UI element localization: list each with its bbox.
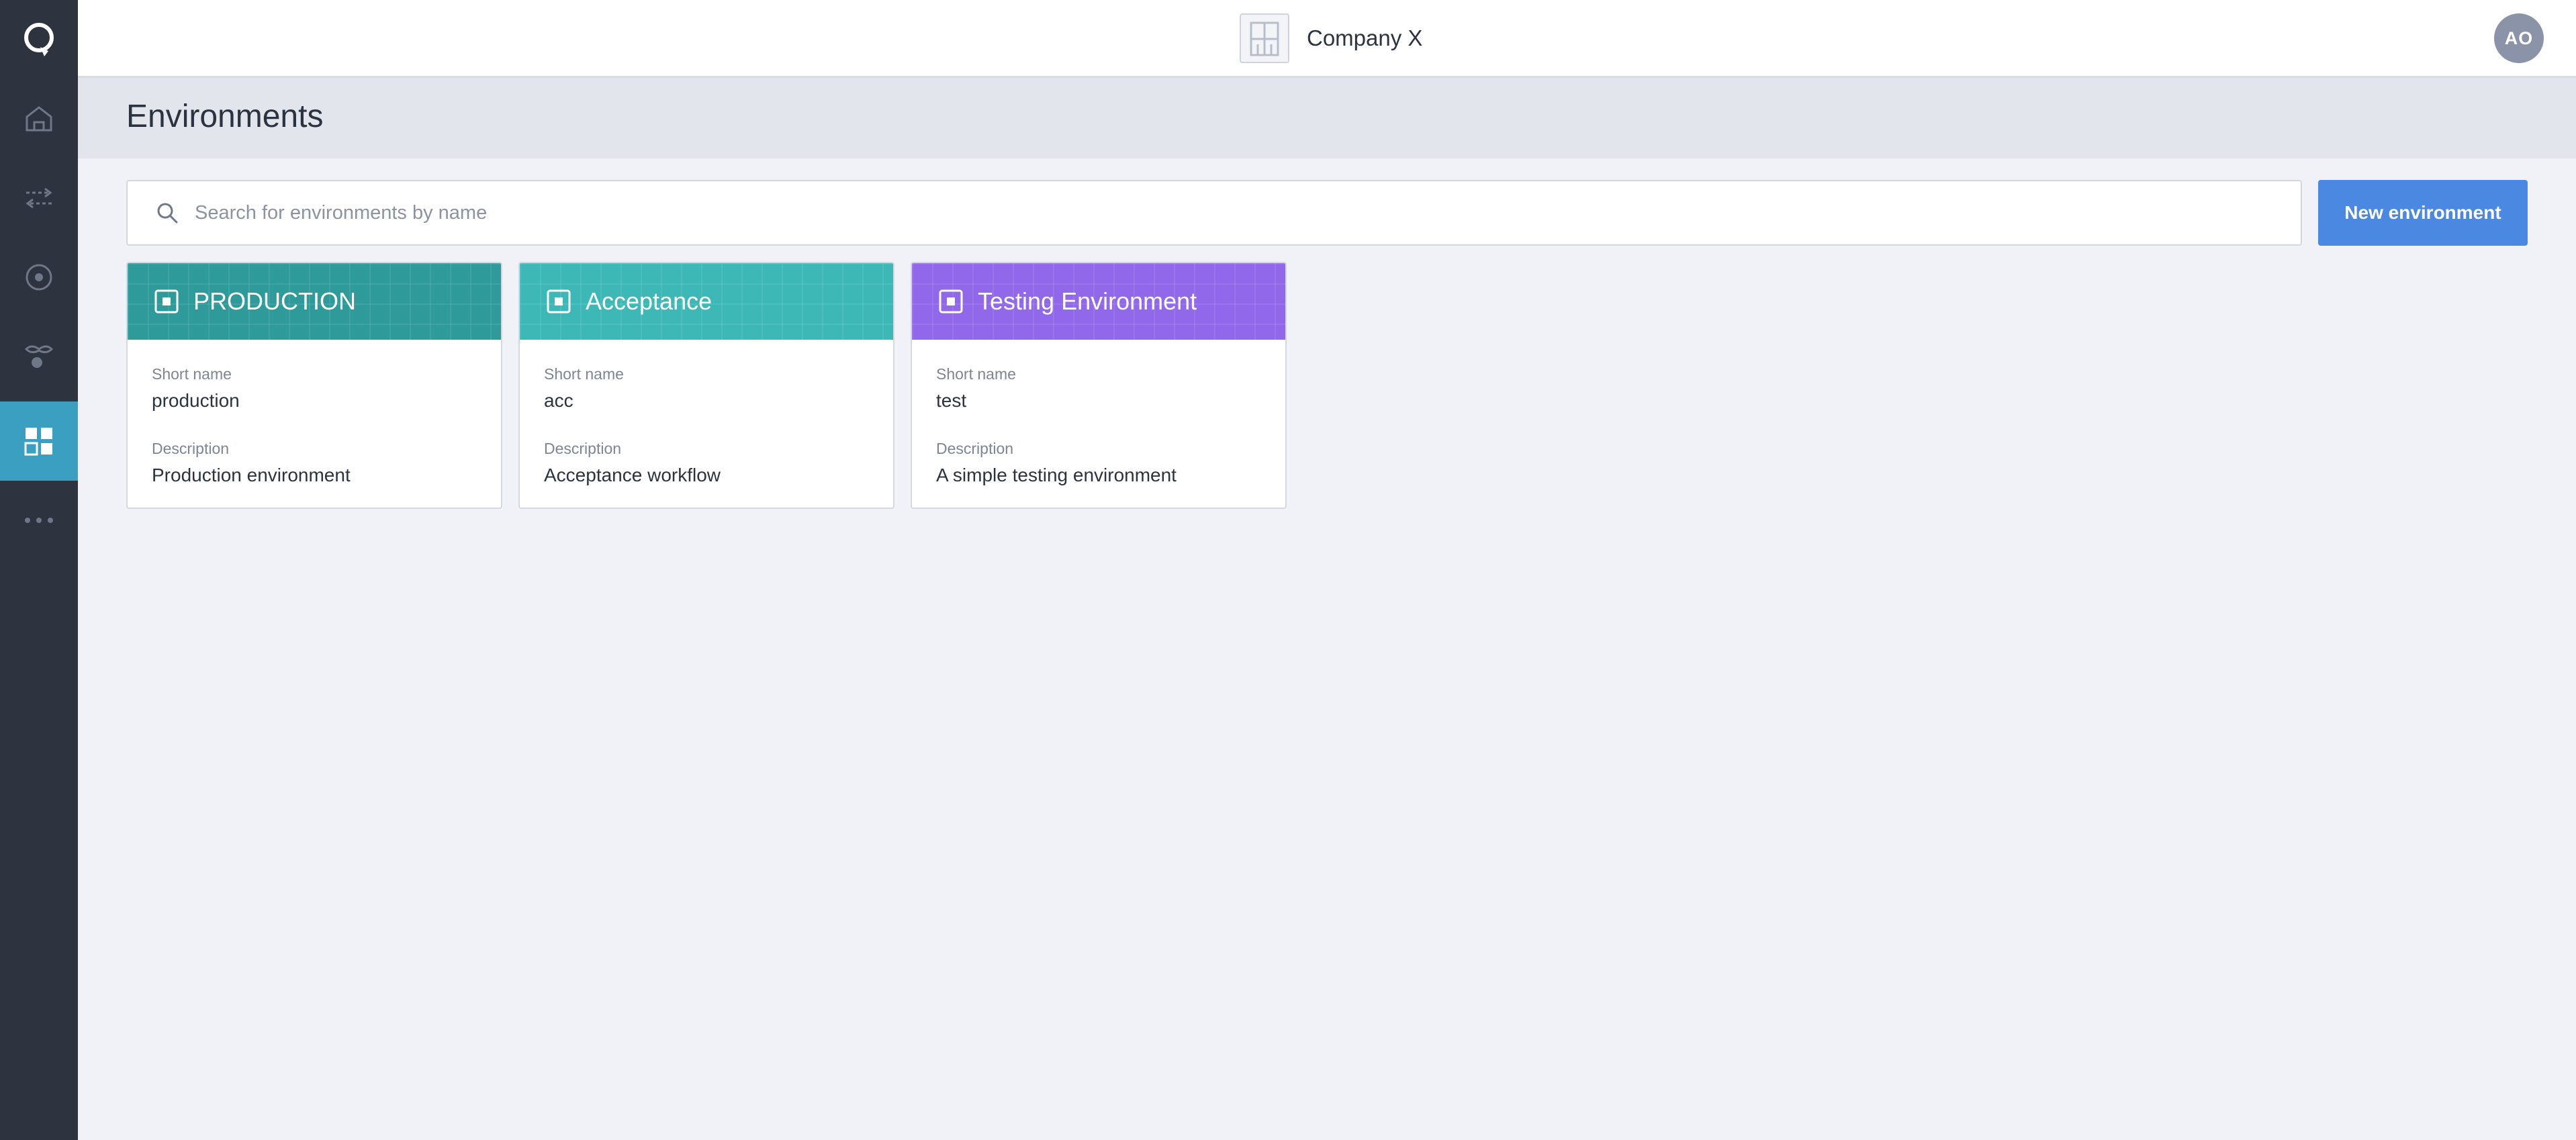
sidebar-item-home[interactable]: [0, 79, 78, 158]
search-icon: [157, 203, 178, 224]
description-value: Production environment: [152, 465, 351, 485]
building-icon: [1250, 21, 1279, 56]
environment-icon: [939, 289, 963, 314]
top-bar: Company X AO: [78, 0, 2576, 78]
sidebar-item-more[interactable]: [0, 481, 78, 560]
short-name-label: Short name: [152, 365, 232, 383]
card-header: Testing Environment: [912, 263, 1285, 340]
target-icon: [26, 264, 52, 291]
environment-icon: [154, 289, 179, 314]
card-header: Acceptance: [520, 263, 893, 340]
page-header: Environments: [78, 78, 2576, 158]
description-label: Description: [152, 440, 230, 457]
description-value: A simple testing environment: [936, 465, 1177, 485]
short-name-value: test: [936, 390, 967, 411]
environment-card[interactable]: Testing Environment Short name test Desc…: [911, 262, 1287, 509]
environment-card[interactable]: Acceptance Short name acc Description Ac…: [518, 262, 894, 509]
sidebar-item-environments[interactable]: [0, 401, 78, 481]
search-input[interactable]: [195, 201, 2209, 224]
environment-card[interactable]: PRODUCTION Short name production Descrip…: [126, 262, 502, 509]
card-header: PRODUCTION: [128, 263, 501, 340]
environment-icon: [547, 289, 571, 314]
sidebar-item-transfers[interactable]: [0, 158, 78, 238]
search-bar: [126, 180, 2302, 246]
page-title: Environments: [126, 99, 324, 134]
company-switcher[interactable]: Company X: [1240, 13, 1422, 63]
logo-icon: [24, 23, 54, 56]
sidebar-item-integrations[interactable]: [0, 317, 78, 396]
new-environment-button[interactable]: New environment: [2318, 180, 2528, 246]
short-name-value: production: [152, 390, 240, 411]
more-dots-icon: [25, 518, 53, 523]
app-logo[interactable]: [0, 0, 78, 79]
company-name: Company X: [1307, 26, 1423, 50]
environment-name: PRODUCTION: [193, 287, 356, 315]
integration-icon: [24, 345, 54, 368]
description-value: Acceptance workflow: [544, 465, 721, 485]
sidebar-item-target[interactable]: [0, 238, 78, 317]
short-name-value: acc: [544, 390, 573, 411]
company-logo: [1240, 13, 1289, 63]
dashboard-grid-icon: [24, 428, 52, 456]
transfer-arrows-icon: [26, 187, 52, 209]
description-label: Description: [544, 440, 622, 457]
home-icon: [26, 106, 52, 132]
environment-name: Testing Environment: [978, 287, 1197, 315]
short-name-label: Short name: [544, 365, 624, 383]
sidebar: [0, 0, 78, 1140]
description-label: Description: [936, 440, 1014, 457]
short-name-label: Short name: [936, 365, 1016, 383]
environment-name: Acceptance: [586, 287, 712, 315]
user-avatar[interactable]: AO: [2494, 13, 2544, 63]
